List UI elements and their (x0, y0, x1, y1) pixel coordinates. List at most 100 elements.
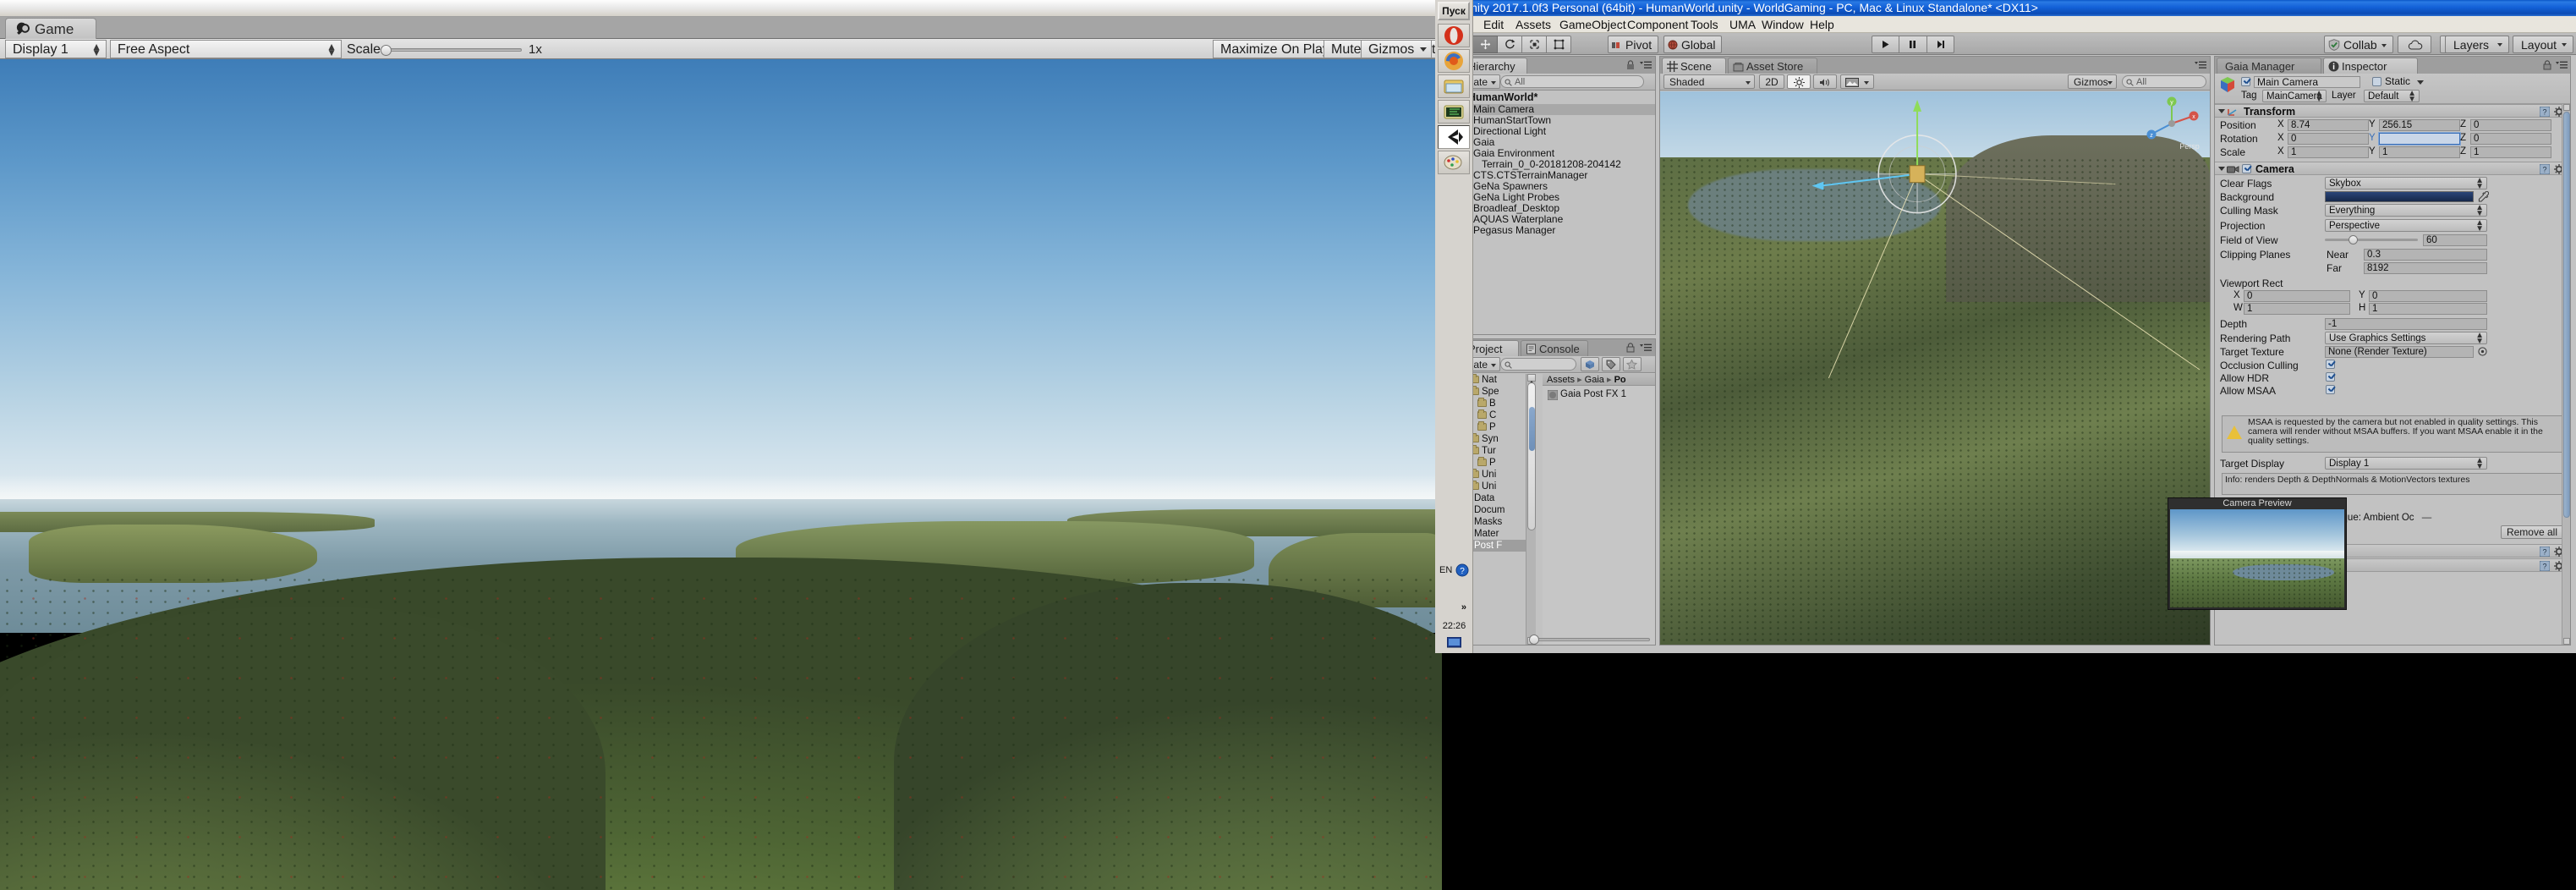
near-field[interactable]: 0.3 (2364, 249, 2487, 261)
display-dropdown[interactable]: Display 1 ▲ ▼ (5, 40, 107, 58)
explorer-folder-icon[interactable] (1438, 74, 1470, 98)
transform-rotation-y-field[interactable] (2379, 133, 2460, 145)
project-asset-grid[interactable]: Assets ▸ Gaia ▸ Po Gaia Post FX 1 (1529, 374, 1655, 645)
transform-scale-y-field[interactable]: 1 (2379, 146, 2460, 158)
help-icon[interactable]: ? (2540, 547, 2550, 557)
remove-all-button[interactable]: Remove all (2500, 525, 2563, 539)
transform-scale-x-field[interactable]: 1 (2288, 146, 2369, 158)
help-icon[interactable]: ? (2540, 107, 2550, 117)
menu-window[interactable]: Window (1756, 17, 1810, 32)
panel-menu-icon[interactable] (2556, 61, 2568, 69)
background-color-swatch[interactable] (2325, 191, 2474, 202)
maximize-on-play-button[interactable]: Maximize On Play (1213, 40, 1337, 58)
menu-gameobject[interactable]: GameObject (1554, 17, 1632, 32)
projection-dropdown[interactable]: Perspective ▲ ▼ (2325, 219, 2487, 232)
scene-axis-gizmo[interactable]: x y z Persp (2139, 95, 2205, 154)
global-toggle-button[interactable]: Global (1663, 36, 1723, 53)
menu-help[interactable]: Help (1804, 17, 1840, 32)
scale-tool-button[interactable] (1522, 36, 1547, 53)
menu-assets[interactable]: Assets (1510, 17, 1557, 32)
hierarchy-scene-root[interactable]: HumanWorld* (1448, 91, 1655, 104)
help-tray-icon[interactable]: ? (1455, 563, 1469, 577)
firefox-icon[interactable] (1438, 49, 1470, 73)
object-enabled-checkbox[interactable] (2241, 77, 2250, 86)
transform-position-y-field[interactable]: 256.15 (2379, 119, 2460, 131)
chevron-down-icon[interactable] (2417, 80, 2424, 85)
help-icon[interactable]: ? (2540, 561, 2550, 571)
rect-tool-button[interactable] (1547, 36, 1571, 53)
scene-audio-toggle[interactable] (1813, 74, 1837, 89)
layout-button[interactable]: Layout (2513, 36, 2573, 53)
help-icon[interactable]: ? (2540, 164, 2550, 174)
rendering-path-dropdown[interactable]: Use Graphics Settings ▲ ▼ (2325, 332, 2487, 344)
tray-expand-chevron[interactable]: » (1437, 602, 1472, 613)
game-render-surface[interactable] (0, 59, 1442, 890)
occlusion-culling-checkbox[interactable] (2326, 360, 2335, 369)
hierarchy-search-input[interactable]: All (1500, 75, 1644, 88)
fov-field[interactable]: 60 (2423, 234, 2487, 246)
pause-button[interactable] (1899, 36, 1927, 53)
filter-by-label-button[interactable] (1602, 357, 1620, 371)
allow-msaa-checkbox[interactable] (2326, 385, 2335, 394)
rotate-tool-button[interactable] (1498, 36, 1522, 53)
eyedropper-icon[interactable] (2478, 191, 2489, 202)
layer-dropdown[interactable]: Default ▲ ▼ (2364, 90, 2420, 102)
menu-tools[interactable]: Tools (1685, 17, 1724, 32)
viewport-h-field[interactable]: 1 (2369, 303, 2487, 315)
tab-asset-store[interactable]: Asset Store (1728, 58, 1817, 74)
remove-command-buffer-button[interactable]: — (2422, 513, 2432, 523)
tag-dropdown[interactable]: MainCamera ▲ ▼ (2262, 90, 2327, 102)
scroll-thumb[interactable] (1527, 382, 1536, 530)
tab-inspector[interactable]: Inspector (2323, 58, 2418, 74)
camera-enabled-checkbox[interactable] (2242, 164, 2251, 173)
project-tree-scrollbar[interactable] (1526, 374, 1536, 645)
panel-menu-icon[interactable] (2195, 61, 2206, 69)
depth-field[interactable]: -1 (2325, 318, 2487, 330)
project-search-input[interactable] (1500, 358, 1576, 371)
layers-button[interactable]: Layers (2445, 36, 2509, 53)
move-tool-button[interactable] (1473, 36, 1498, 53)
scroll-down-arrow[interactable] (2563, 638, 2570, 645)
project-zoom-handle[interactable] (1529, 635, 1539, 645)
viewport-x-field[interactable]: 0 (2244, 290, 2350, 302)
fov-slider-handle[interactable] (2349, 235, 2358, 244)
scale-slider-handle[interactable] (381, 45, 392, 56)
scene-fx-toggle[interactable] (1840, 74, 1874, 89)
allow-hdr-checkbox[interactable] (2326, 372, 2335, 382)
transform-component-header[interactable]: Transform ? (2215, 104, 2570, 118)
menu-component[interactable]: Component (1621, 17, 1694, 32)
unity-icon[interactable] (1438, 125, 1470, 149)
culling-mask-dropdown[interactable]: Everything ▲ ▼ (2325, 204, 2487, 217)
display-icon[interactable] (1446, 636, 1462, 649)
static-checkbox[interactable] (2372, 77, 2381, 86)
2d-toggle-button[interactable]: 2D (1759, 74, 1784, 89)
tab-gaia-manager[interactable]: Gaia Manager (2217, 58, 2321, 74)
object-name-field[interactable]: Main Camera (2254, 76, 2360, 88)
chevron-down-icon[interactable] (2218, 167, 2225, 171)
scale-slider[interactable] (381, 45, 522, 56)
aspect-dropdown[interactable]: Free Aspect ▲ ▼ (110, 40, 342, 58)
project-breadcrumb[interactable]: Assets ▸ Gaia ▸ Po (1543, 374, 1655, 386)
tab-console[interactable]: Console (1521, 340, 1588, 356)
fov-slider[interactable] (2325, 235, 2418, 244)
game-gizmos-button[interactable]: Gizmos (1361, 40, 1433, 58)
favorites-button[interactable] (1623, 357, 1642, 371)
tab-scene[interactable]: Scene (1662, 58, 1726, 74)
hierarchy-tree[interactable]: HumanWorld* Main Camera HumanStartTown Dir… (1448, 91, 1655, 334)
scene-gizmos-dropdown[interactable]: Gizmos (2068, 74, 2117, 89)
menu-edit[interactable]: Edit (1477, 17, 1510, 32)
filter-by-type-button[interactable] (1581, 357, 1599, 371)
collab-button[interactable]: Collab (2324, 36, 2393, 53)
cloud-button[interactable] (2398, 36, 2431, 53)
target-display-dropdown[interactable]: Display 1 ▲ ▼ (2325, 457, 2487, 470)
panel-menu-icon[interactable] (1640, 343, 1652, 352)
transform-rotation-x-field[interactable]: 0 (2288, 133, 2369, 145)
far-field[interactable]: 8192 (2364, 262, 2487, 274)
viewport-w-field[interactable]: 1 (2244, 303, 2350, 315)
scene-lighting-toggle[interactable] (1787, 74, 1811, 89)
transform-position-z-field[interactable]: 0 (2470, 119, 2551, 131)
start-button[interactable]: Пуск (1438, 2, 1470, 20)
viewport-y-field[interactable]: 0 (2369, 290, 2487, 302)
scene-viewport[interactable]: x y z Persp (1660, 91, 2210, 645)
object-picker-icon[interactable] (2478, 347, 2487, 356)
